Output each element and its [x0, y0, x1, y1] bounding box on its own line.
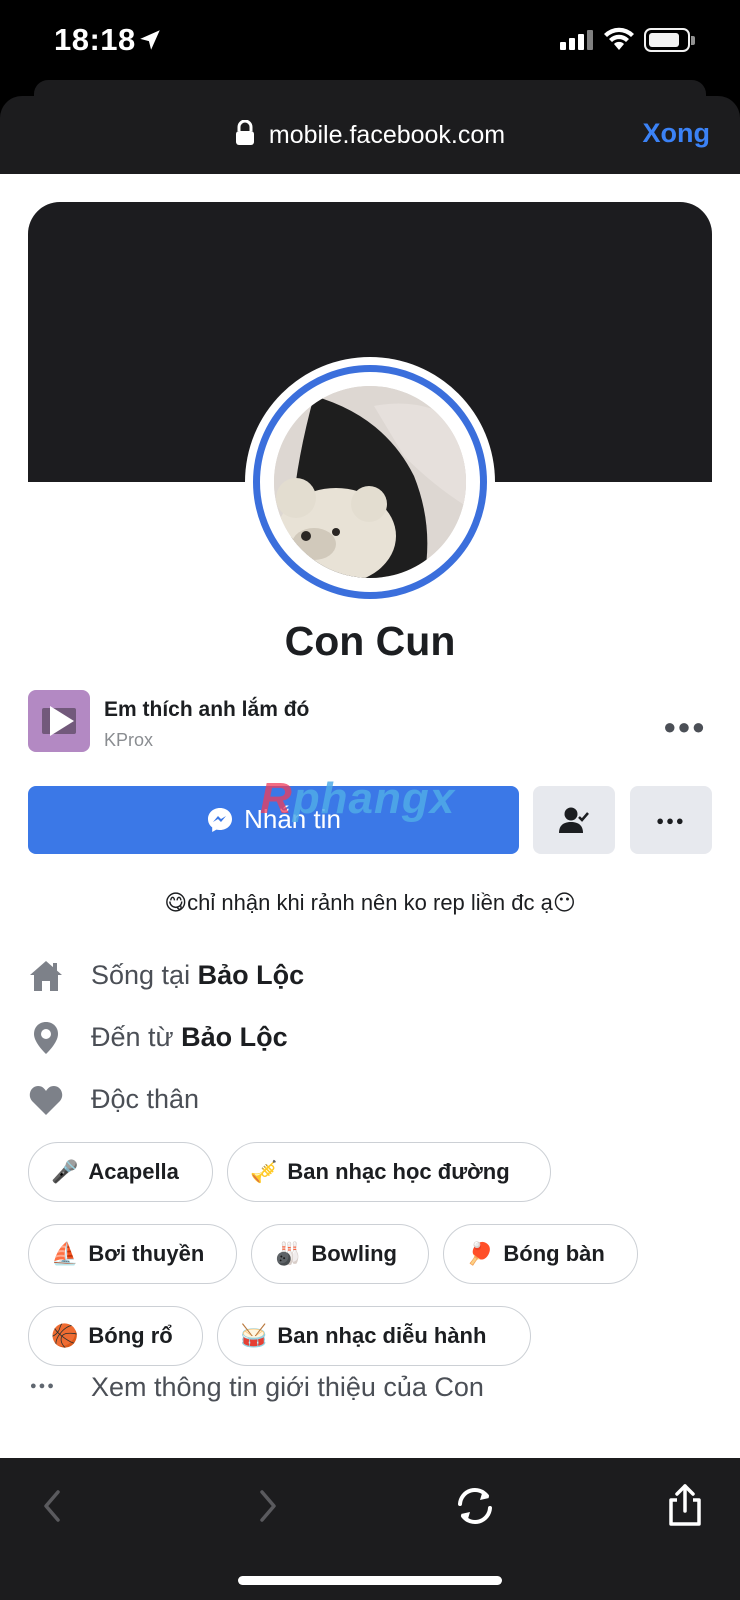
drum-icon: 🥁 — [240, 1323, 268, 1348]
sailboat-icon: ⛵ — [51, 1241, 79, 1266]
user-check-icon — [559, 807, 589, 833]
interest-chip[interactable]: ⛵ Bơi thuyền — [28, 1224, 237, 1284]
interest-label: Acapella — [88, 1159, 179, 1184]
url-bar[interactable]: mobile.facebook.com — [0, 120, 740, 150]
done-button[interactable]: Xong — [643, 118, 711, 149]
home-icon — [30, 961, 62, 991]
story-ring — [253, 365, 487, 599]
interest-label: Bóng rổ — [88, 1323, 173, 1348]
see-about-info-link[interactable]: ●●● Xem thông tin giới thiệu của Con — [28, 1366, 712, 1410]
messenger-icon — [208, 808, 233, 832]
ping-pong-icon: 🏓 — [466, 1241, 494, 1266]
forward-icon[interactable] — [238, 1478, 294, 1534]
avatar-illustration — [274, 386, 466, 578]
avatar-image — [274, 386, 466, 578]
message-button-label: Nhắn tin — [244, 804, 341, 834]
location-pin-icon — [34, 1022, 58, 1054]
info-row-relationship: Độc thân — [28, 1076, 712, 1126]
interest-chip[interactable]: 🎳 Bowling — [251, 1224, 429, 1284]
profile-bio: 😋chỉ nhận khi rảnh nên ko rep liền đc ạ😶 — [164, 890, 576, 915]
more-options-button[interactable]: ●●● — [630, 786, 712, 854]
url-text: mobile.facebook.com — [268, 121, 506, 149]
info-value[interactable]: Bảo Lộc — [198, 960, 305, 990]
interest-chip[interactable]: 🏓 Bóng bàn — [443, 1224, 638, 1284]
interest-chip[interactable]: 🏀 Bóng rổ — [28, 1306, 203, 1366]
interest-chip[interactable]: 🥁 Ban nhạc diễu hành — [217, 1306, 531, 1366]
info-label: Đến từ — [91, 1022, 182, 1052]
share-icon[interactable] — [657, 1478, 713, 1534]
message-button[interactable]: Nhắn tin — [28, 786, 519, 854]
trumpet-icon: 🎺 — [250, 1159, 278, 1184]
info-value[interactable]: Bảo Lộc — [181, 1022, 288, 1052]
bowling-icon: 🎳 — [274, 1241, 302, 1266]
interest-label: Bóng bàn — [503, 1241, 605, 1266]
interest-label: Ban nhạc học đường — [287, 1159, 510, 1184]
back-icon[interactable] — [26, 1478, 82, 1534]
battery-icon — [644, 28, 695, 52]
interest-label: Bowling — [311, 1241, 397, 1266]
status-time: 18:18 — [54, 22, 136, 57]
facebook-profile-page: Con Cun Em thích anh lắm đó KProx ●●● Nh… — [0, 174, 740, 1458]
microphone-icon: 🎤 — [51, 1159, 79, 1184]
status-bar: 18:18 — [0, 0, 740, 90]
song-artist: KProx — [104, 730, 154, 750]
more-dots-icon: ●●● — [30, 1380, 56, 1392]
profile-song[interactable]: Em thích anh lắm đó KProx ●●● — [28, 690, 712, 754]
heart-icon — [29, 1086, 63, 1115]
song-more-options-icon[interactable]: ●●● — [663, 714, 706, 740]
interest-chip[interactable]: 🎤 Acapella — [28, 1142, 213, 1202]
song-title: Em thích anh lắm đó — [104, 698, 310, 721]
reload-icon[interactable] — [447, 1478, 503, 1534]
wifi-icon — [604, 27, 634, 50]
interest-label: Bơi thuyền — [88, 1241, 205, 1266]
info-row-from: Đến từ Bảo Lộc — [28, 1014, 712, 1064]
home-indicator[interactable] — [238, 1576, 502, 1585]
browser-header: mobile.facebook.com Xong — [0, 96, 740, 174]
cellular-signal-icon — [560, 30, 596, 50]
basketball-icon: 🏀 — [51, 1323, 79, 1348]
profile-name: Con Cun — [284, 618, 456, 664]
lock-icon — [235, 120, 254, 145]
location-arrow-icon — [140, 30, 160, 50]
interest-label: Ban nhạc diễu hành — [277, 1323, 487, 1348]
info-label: Độc thân — [91, 1084, 200, 1114]
info-row-lives-in: Sống tại Bảo Lộc — [28, 952, 712, 1002]
phone-screen: 18:18 mobile.facebook.com Xong Con Cun E… — [0, 0, 740, 1600]
song-thumbnail[interactable] — [28, 690, 90, 752]
more-dots-icon: ●●● — [656, 813, 686, 828]
info-label: Sống tại — [91, 960, 198, 990]
interest-chip[interactable]: 🎺 Ban nhạc học đường — [227, 1142, 551, 1202]
friend-status-button[interactable] — [533, 786, 615, 854]
see-about-info-label: Xem thông tin giới thiệu của Con — [91, 1372, 484, 1402]
play-icon — [42, 706, 76, 736]
profile-picture[interactable] — [245, 357, 495, 607]
